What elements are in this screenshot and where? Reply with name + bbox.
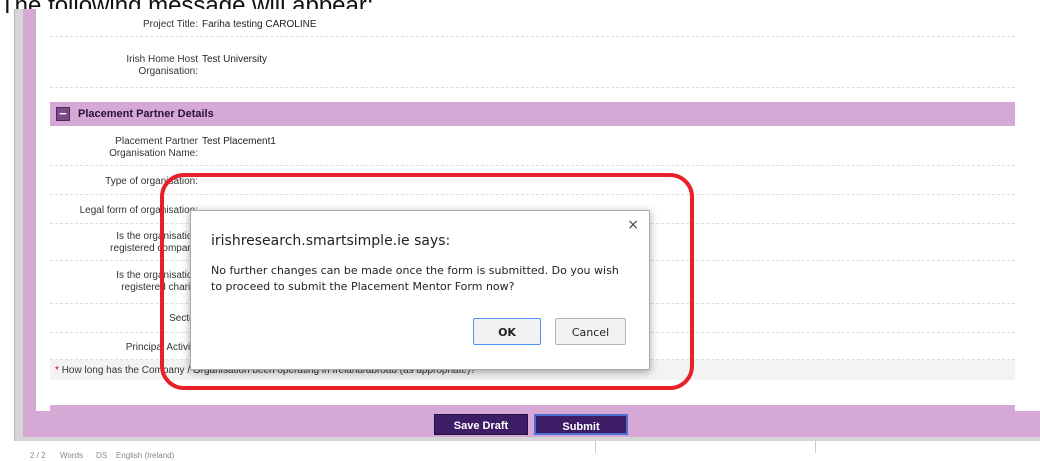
partner-name-row: Placement Partner Organisation Name: Tes… (50, 127, 1015, 166)
status-separator (815, 441, 816, 453)
section-title: Placement Partner Details (78, 108, 214, 120)
status-item-ds: DS (96, 451, 108, 460)
required-asterisk: * (55, 365, 59, 376)
placement-partner-section-header[interactable]: − Placement Partner Details (50, 102, 1015, 126)
status-item-language: English (Ireland) (116, 451, 175, 460)
form-action-bar (23, 411, 1040, 437)
status-separator (595, 441, 596, 453)
host-organisation-label-line1: Irish Home Host (126, 54, 198, 65)
host-organisation-row: Irish Home Host Organisation: Test Unive… (50, 37, 1015, 88)
project-title-row: Project Title: Fariha testing CAROLINE (50, 10, 1015, 37)
project-title-label: Project Title: (142, 19, 198, 30)
partner-name-label-line1: Placement Partner (115, 136, 198, 147)
status-item-words: Words (60, 451, 83, 460)
save-draft-button[interactable]: Save Draft (434, 414, 528, 435)
partner-name-label-line2: Organisation Name: (109, 148, 198, 159)
host-organisation-value: Test University (202, 54, 268, 65)
status-bar: 2 / 2 Words DS English (Ireland) (0, 441, 1040, 461)
red-highlight-annotation (160, 173, 694, 390)
project-title-value: Fariha testing CAROLINE (202, 19, 317, 30)
collapse-toggle-icon[interactable]: − (56, 107, 70, 121)
partner-name-value: Test Placement1 (202, 136, 276, 147)
submit-button[interactable]: Submit (534, 414, 628, 435)
status-item-pages: 2 / 2 (30, 451, 46, 460)
host-organisation-label-line2: Organisation: (138, 66, 198, 77)
